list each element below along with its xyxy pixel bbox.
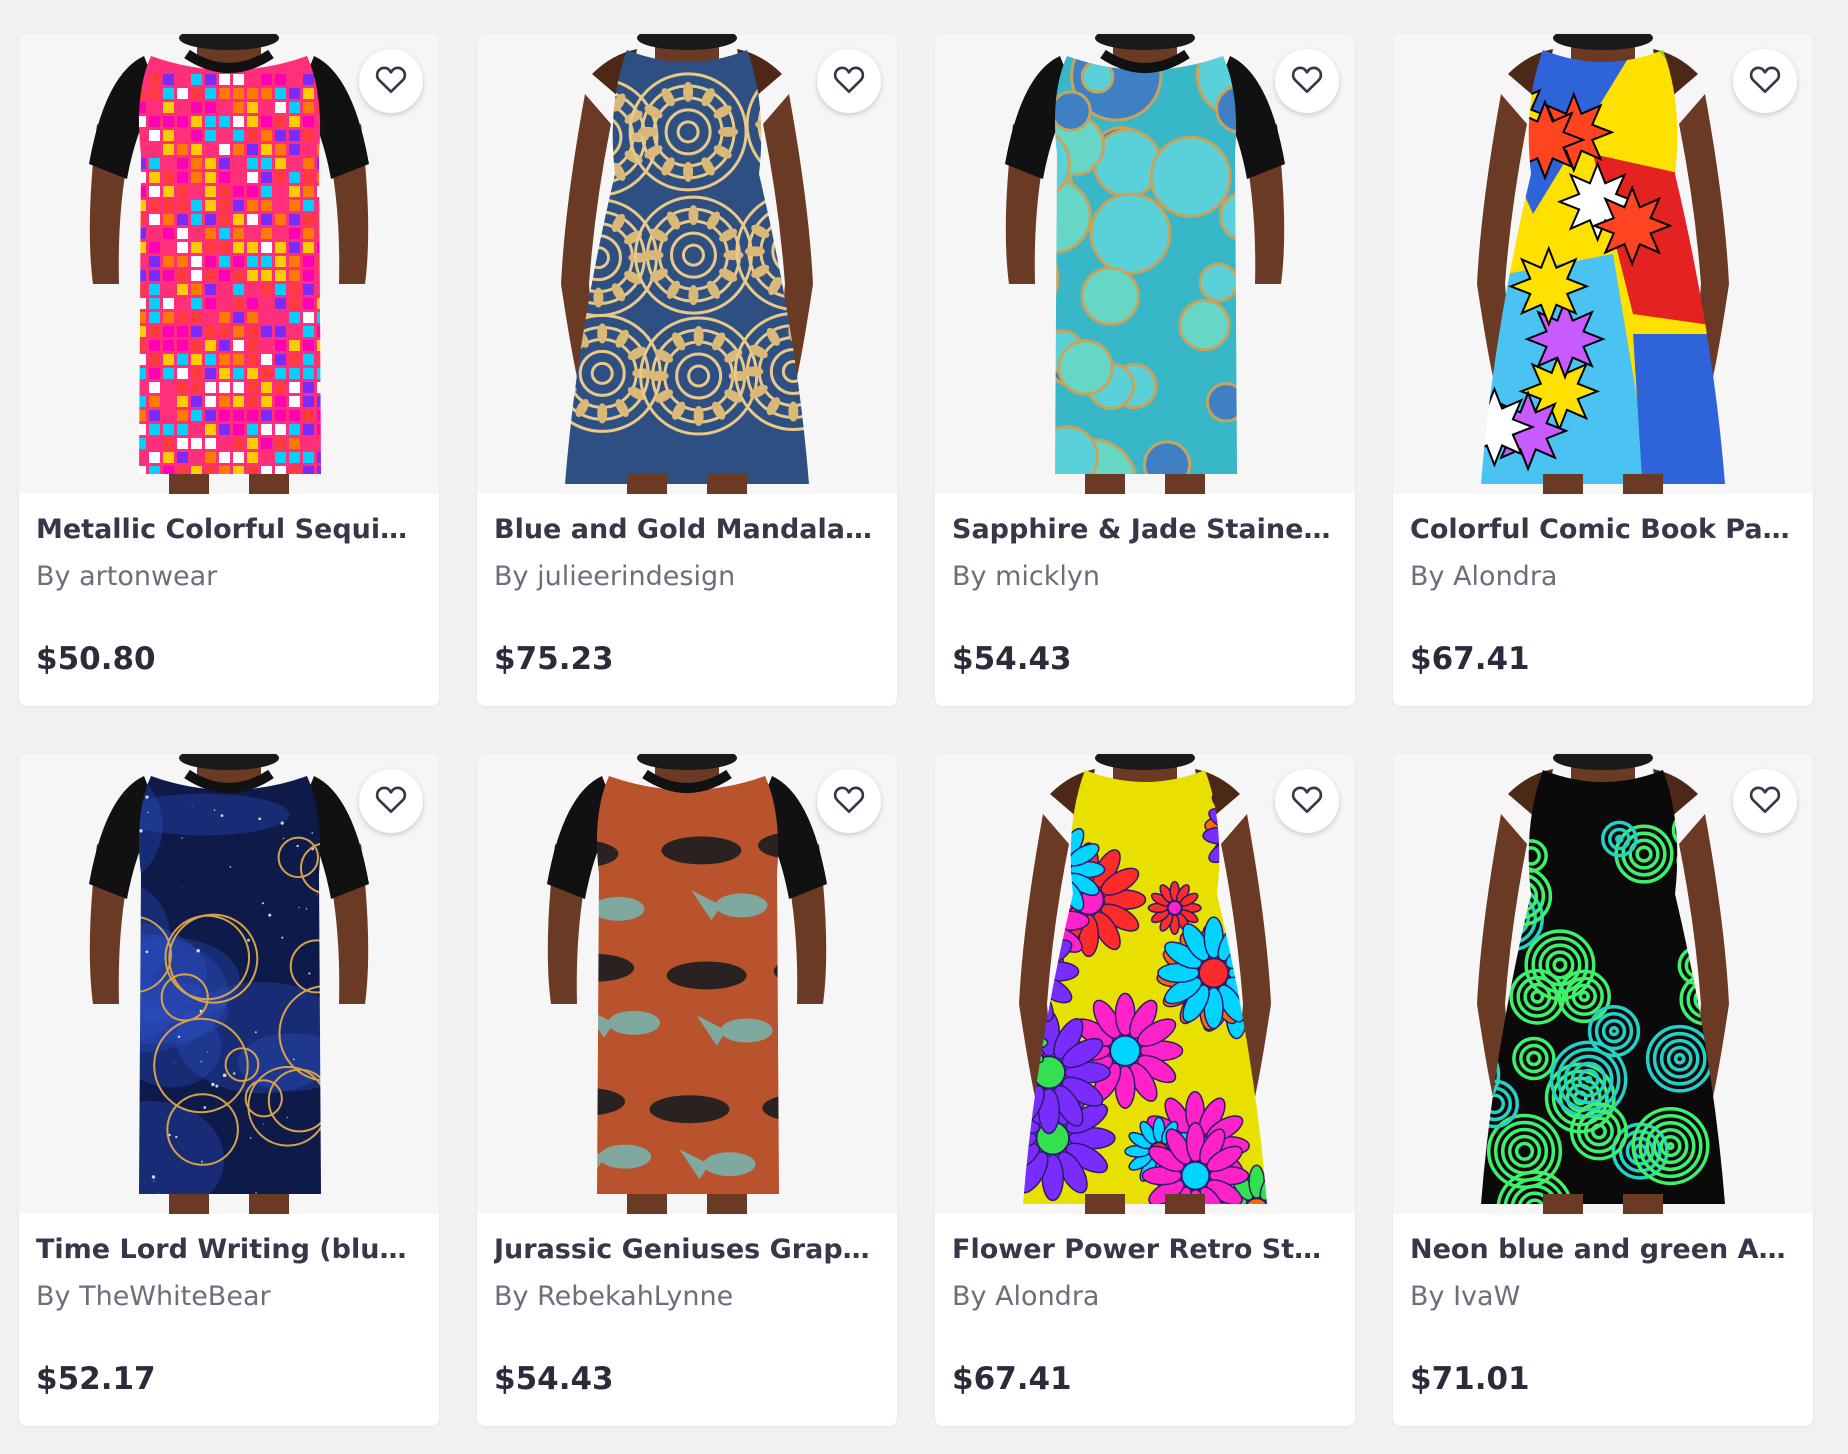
product-info: Colorful Comic Book Pan... By Alondra $6… [1393,494,1813,679]
product-title[interactable]: Colorful Comic Book Pan... [1410,512,1796,548]
favorite-button[interactable] [359,769,423,833]
heart-outline-icon [1291,784,1323,818]
product-title[interactable]: Time Lord Writing (blue) ... [36,1232,422,1268]
product-price: $54.43 [494,1361,614,1397]
product-card[interactable]: Jurassic Geniuses Graphi... By RebekahLy… [477,754,897,1426]
product-artist[interactable]: By Alondra [1410,559,1796,595]
dress-shape [138,776,321,1194]
product-info: Flower Power Retro Style... By Alondra $… [935,1214,1355,1399]
product-artist[interactable]: By TheWhiteBear [36,1279,422,1315]
product-artist[interactable]: By RebekahLynne [494,1279,880,1315]
favorite-button[interactable] [1275,49,1339,113]
product-price: $67.41 [1410,641,1530,677]
product-info: Time Lord Writing (blue) ... By TheWhite… [19,1214,439,1399]
product-card[interactable]: Flower Power Retro Style... By Alondra $… [935,754,1355,1426]
product-title[interactable]: Neon blue and green A-L... [1410,1232,1796,1268]
product-info: Metallic Colorful Sequins ... By artonwe… [19,494,439,679]
dress-shape [138,56,321,474]
product-title[interactable]: Flower Power Retro Style... [952,1232,1338,1268]
dress-shape [1054,56,1237,474]
product-price: $75.23 [494,641,614,677]
favorite-button[interactable] [359,49,423,113]
product-card[interactable]: Sapphire & Jade Stained ... By micklyn $… [935,34,1355,706]
favorite-button[interactable] [817,49,881,113]
heart-outline-icon [1291,64,1323,98]
product-info: Sapphire & Jade Stained ... By micklyn $… [935,494,1355,679]
favorite-button[interactable] [817,769,881,833]
product-title[interactable]: Sapphire & Jade Stained ... [952,512,1338,548]
product-artist[interactable]: By micklyn [952,559,1338,595]
product-card[interactable]: Metallic Colorful Sequins ... By artonwe… [19,34,439,706]
heart-outline-icon [833,784,865,818]
heart-outline-icon [833,64,865,98]
product-price: $71.01 [1410,1361,1530,1397]
product-title[interactable]: Jurassic Geniuses Graphi... [494,1232,880,1268]
product-artist[interactable]: By IvaW [1410,1279,1796,1315]
product-title[interactable]: Metallic Colorful Sequins ... [36,512,422,548]
favorite-button[interactable] [1733,49,1797,113]
product-info: Neon blue and green A-L... By IvaW $71.0… [1393,1214,1813,1399]
product-price: $52.17 [36,1361,156,1397]
heart-outline-icon [1749,64,1781,98]
product-title[interactable]: Blue and Gold Mandala P... [494,512,880,548]
dress-shape [596,776,779,1194]
product-card[interactable]: Time Lord Writing (blue) ... By TheWhite… [19,754,439,1426]
product-card[interactable]: Colorful Comic Book Pan... By Alondra $6… [1393,34,1813,706]
product-artist[interactable]: By julieerindesign [494,559,880,595]
product-info: Jurassic Geniuses Graphi... By RebekahLy… [477,1214,897,1399]
heart-outline-icon [375,784,407,818]
product-price: $54.43 [952,641,1072,677]
favorite-button[interactable] [1275,769,1339,833]
product-card[interactable]: Blue and Gold Mandala P... By julieerind… [477,34,897,706]
product-artist[interactable]: By Alondra [952,1279,1338,1315]
favorite-button[interactable] [1733,769,1797,833]
heart-outline-icon [375,64,407,98]
product-info: Blue and Gold Mandala P... By julieerind… [477,494,897,679]
product-price: $67.41 [952,1361,1072,1397]
heart-outline-icon [1749,784,1781,818]
product-artist[interactable]: By artonwear [36,559,422,595]
product-card[interactable]: Neon blue and green A-L... By IvaW $71.0… [1393,754,1813,1426]
product-grid: Metallic Colorful Sequins ... By artonwe… [19,34,1813,1426]
product-price: $50.80 [36,641,156,677]
